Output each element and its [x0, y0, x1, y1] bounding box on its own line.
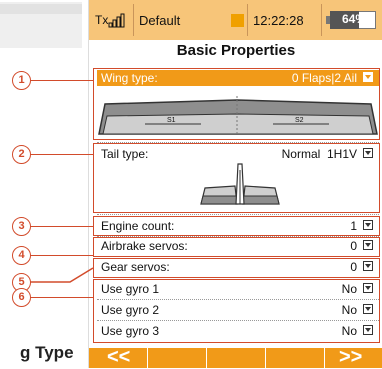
callout-6: 6: [12, 288, 31, 307]
callout-4: 4: [12, 246, 31, 265]
callout-line-5: [29, 267, 94, 283]
callout-3: 3: [12, 217, 31, 236]
callout-1: 1: [12, 71, 31, 90]
callout-2: 2: [12, 145, 31, 164]
